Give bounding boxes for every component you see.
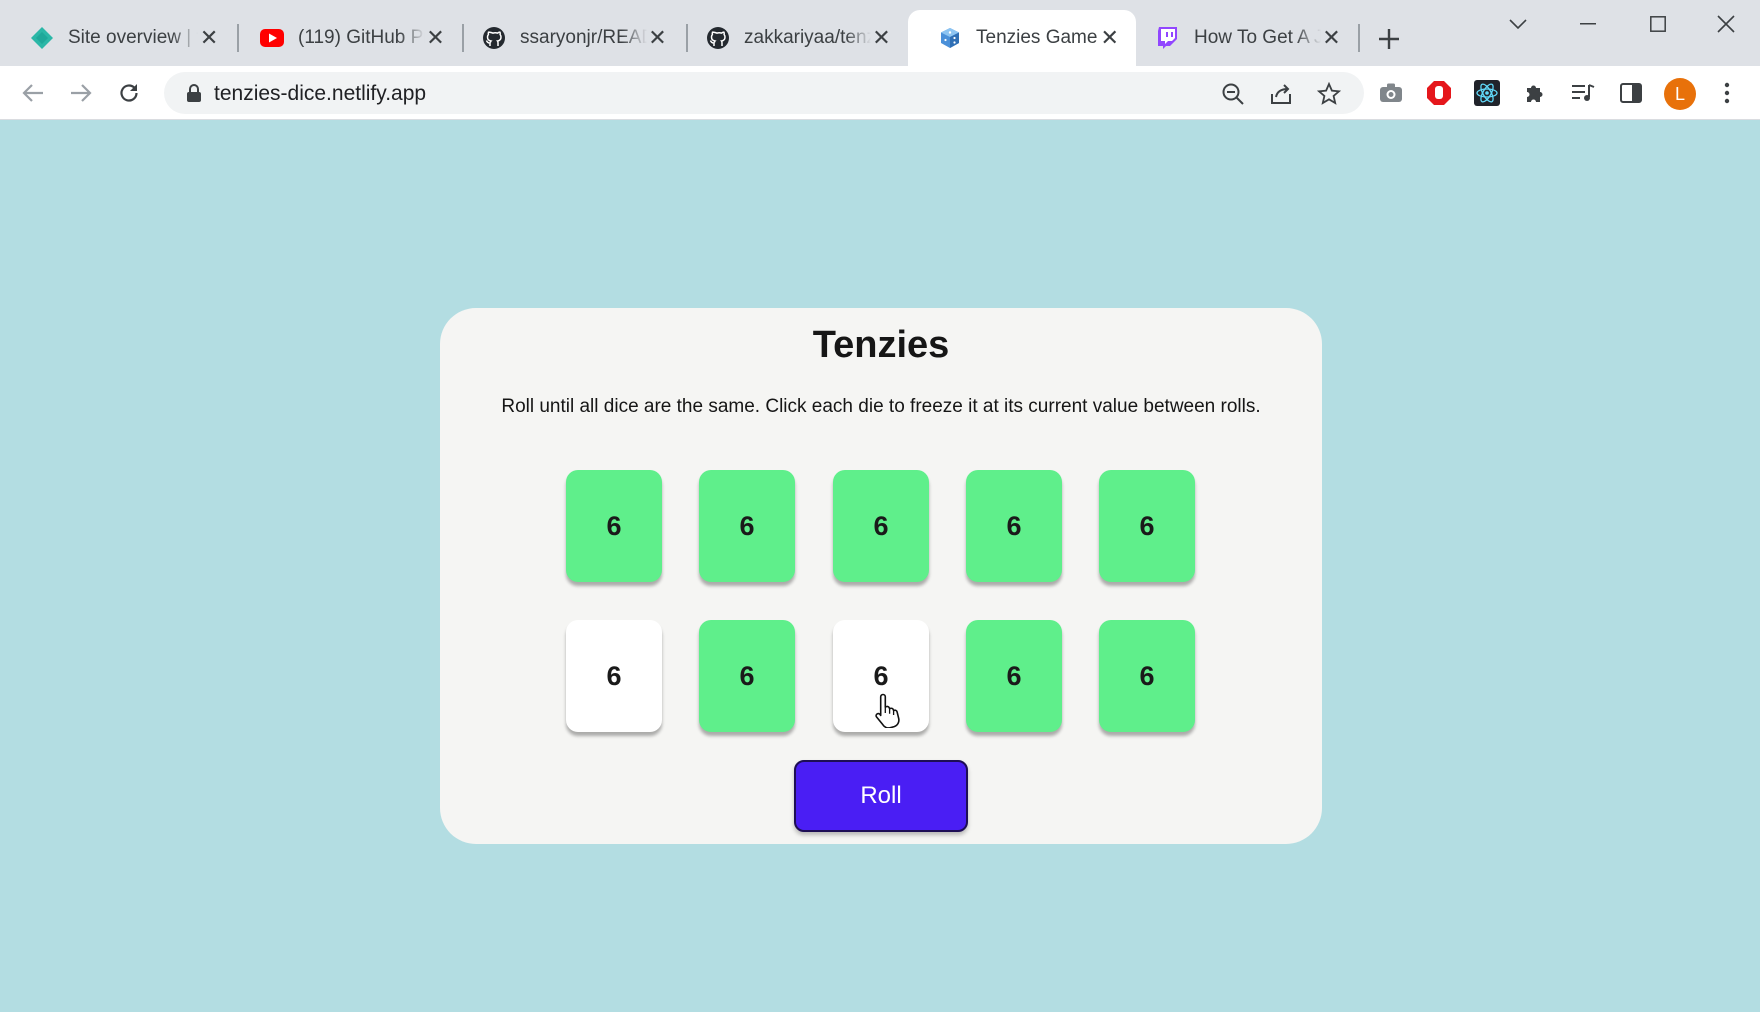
stop-hand-icon bbox=[1427, 81, 1451, 105]
side-panel-button[interactable] bbox=[1616, 78, 1646, 108]
close-tab-icon[interactable]: ✕ bbox=[1321, 25, 1342, 50]
media-control-button[interactable] bbox=[1568, 78, 1598, 108]
minimize-button[interactable] bbox=[1568, 6, 1608, 42]
browser-menu-button[interactable] bbox=[1712, 78, 1742, 108]
maximize-icon bbox=[1650, 16, 1666, 32]
reload-button[interactable] bbox=[110, 74, 148, 112]
die-1[interactable]: 6 bbox=[566, 470, 662, 582]
share-button[interactable] bbox=[1268, 81, 1294, 107]
die-9[interactable]: 6 bbox=[966, 620, 1062, 732]
die-4[interactable]: 6 bbox=[966, 470, 1062, 582]
screenshot-extension-button[interactable] bbox=[1376, 78, 1406, 108]
minimize-icon bbox=[1580, 23, 1596, 25]
react-devtools-extension-button[interactable] bbox=[1472, 78, 1502, 108]
share-icon bbox=[1271, 84, 1291, 104]
close-window-button[interactable] bbox=[1706, 6, 1746, 42]
close-tab-icon[interactable]: ✕ bbox=[425, 25, 446, 50]
tab-title: (119) GitHub Pr bbox=[298, 27, 425, 48]
bookmark-button[interactable] bbox=[1316, 81, 1342, 107]
maximize-button[interactable] bbox=[1638, 6, 1678, 42]
roll-button[interactable]: Roll bbox=[794, 760, 968, 832]
close-tab-icon[interactable]: ✕ bbox=[871, 25, 892, 50]
die-3[interactable]: 6 bbox=[833, 470, 929, 582]
close-tab-icon[interactable]: ✕ bbox=[1099, 25, 1120, 50]
camera-icon bbox=[1380, 83, 1402, 102]
react-icon bbox=[1474, 80, 1500, 106]
reload-icon bbox=[120, 84, 138, 102]
tab-site-overview[interactable]: Site overview | t ✕ bbox=[0, 10, 236, 66]
tab-github-readme[interactable]: ssaryonjr/READI ✕ bbox=[452, 10, 684, 66]
close-tab-icon[interactable]: ✕ bbox=[198, 25, 220, 50]
tab-title: Site overview | t bbox=[68, 27, 199, 48]
url-text[interactable]: tenzies-dice.netlify.app bbox=[214, 82, 426, 106]
die-10[interactable]: 6 bbox=[1099, 620, 1195, 732]
tab-title: zakkariyaa/tenz bbox=[744, 27, 871, 48]
game-instructions: Roll until all dice are the same. Click … bbox=[501, 396, 1261, 417]
arrow-right-icon bbox=[71, 84, 92, 102]
kebab-menu-icon bbox=[1724, 82, 1730, 104]
star-icon bbox=[1317, 82, 1341, 105]
tab-separator bbox=[1358, 24, 1360, 52]
tab-title: ssaryonjr/READI bbox=[520, 27, 647, 48]
die-8[interactable]: 6 bbox=[833, 620, 929, 732]
tenzies-card: Tenzies Roll until all dice are the same… bbox=[440, 308, 1322, 844]
close-icon bbox=[1717, 15, 1735, 33]
die-5[interactable]: 6 bbox=[1099, 470, 1195, 582]
tab-youtube[interactable]: (119) GitHub Pr ✕ bbox=[230, 10, 462, 66]
tab-title: Tenzies Game bbox=[976, 27, 1098, 48]
playlist-icon bbox=[1572, 84, 1595, 101]
zoom-out-icon bbox=[1222, 83, 1244, 105]
forward-button[interactable] bbox=[62, 74, 100, 112]
tab-tenzies-game[interactable]: Tenzies Game ✕ bbox=[908, 10, 1136, 66]
twitch-icon bbox=[1156, 26, 1180, 50]
arrow-left-icon bbox=[22, 84, 43, 102]
netlify-diamond-icon bbox=[30, 26, 54, 50]
github-icon bbox=[706, 26, 730, 50]
lock-icon bbox=[187, 84, 201, 102]
plus-icon bbox=[1379, 29, 1399, 49]
address-bar[interactable]: tenzies-dice.netlify.app bbox=[164, 72, 1364, 114]
new-tab-button[interactable] bbox=[1372, 22, 1406, 56]
die-7[interactable]: 6 bbox=[699, 620, 795, 732]
tab-twitch[interactable]: How To Get A Jo ✕ bbox=[1126, 10, 1358, 66]
zoom-button[interactable] bbox=[1220, 81, 1246, 107]
adblock-extension-button[interactable] bbox=[1424, 78, 1454, 108]
die-6[interactable]: 6 bbox=[566, 620, 662, 732]
puzzle-icon bbox=[1527, 85, 1543, 102]
tab-search-button[interactable] bbox=[1498, 6, 1538, 42]
side-panel-icon bbox=[1620, 83, 1642, 103]
game-title: Tenzies bbox=[812, 324, 950, 366]
tab-github-tenzies[interactable]: zakkariyaa/tenz ✕ bbox=[676, 10, 908, 66]
profile-avatar[interactable]: L bbox=[1664, 78, 1696, 110]
tab-title: How To Get A Jo bbox=[1194, 27, 1321, 48]
die-2[interactable]: 6 bbox=[699, 470, 795, 582]
extensions-button[interactable] bbox=[1520, 78, 1550, 108]
chevron-down-icon bbox=[1509, 19, 1527, 29]
tab-strip: Site overview | t ✕ (119) GitHub Pr ✕ ss… bbox=[0, 0, 1760, 66]
github-icon bbox=[482, 26, 506, 50]
back-button[interactable] bbox=[14, 74, 52, 112]
close-tab-icon[interactable]: ✕ bbox=[647, 25, 668, 50]
dice-icon bbox=[938, 26, 962, 50]
youtube-icon bbox=[260, 26, 284, 50]
